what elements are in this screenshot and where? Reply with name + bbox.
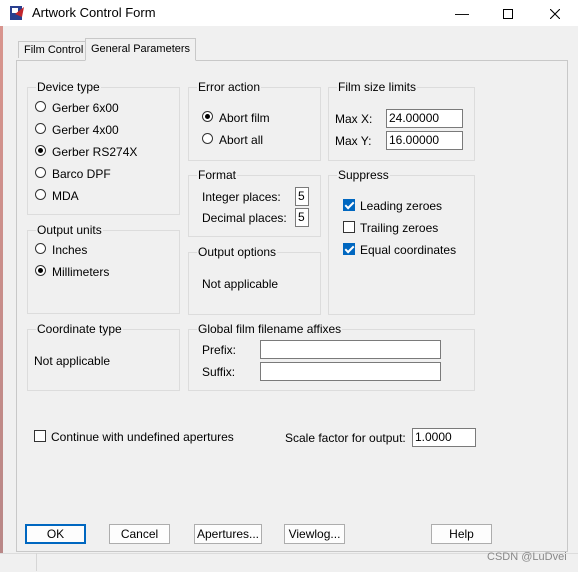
tab-strip: Film Control General Parameters	[0, 26, 578, 62]
radio-label: Inches	[52, 243, 88, 257]
checkbox-label: Trailing zeroes	[360, 221, 439, 235]
cancel-button[interactable]: Cancel	[109, 524, 170, 544]
minimize-icon: —	[455, 5, 469, 21]
close-button[interactable]	[532, 0, 578, 26]
suppress-group: Suppress Leading zeroes Trailing zeroes …	[328, 168, 475, 315]
output-units-group: Output units Inches Millimeters	[27, 223, 180, 314]
radio-button[interactable]	[35, 167, 46, 178]
radio-label: Abort all	[219, 133, 264, 147]
max-y-field[interactable]: 16.00000	[386, 131, 463, 150]
minimize-button[interactable]: —	[439, 0, 485, 26]
scale-factor-label: Scale factor for output:	[285, 431, 406, 445]
suppress-title: Suppress	[337, 168, 390, 182]
coordinate-type-title: Coordinate type	[36, 322, 123, 336]
decimal-places-field[interactable]: 5	[295, 208, 309, 227]
viewlog-button[interactable]: Viewlog...	[284, 524, 345, 544]
apertures-button[interactable]: Apertures...	[194, 524, 262, 544]
affixes-title: Global film filename affixes	[197, 322, 343, 336]
checkbox-checked[interactable]	[343, 243, 355, 255]
help-button[interactable]: Help	[431, 524, 492, 544]
radio-label: MDA	[52, 189, 79, 203]
checkbox-unchecked[interactable]	[34, 430, 46, 442]
radio-button[interactable]	[202, 133, 213, 144]
format-title: Format	[197, 168, 238, 182]
app-icon	[9, 5, 25, 21]
error-action-title: Error action	[197, 80, 262, 94]
integer-places-label: Integer places:	[202, 190, 281, 204]
output-options-group: Output options Not applicable	[188, 245, 321, 315]
output-units-title: Output units	[36, 223, 103, 237]
device-type-title: Device type	[36, 80, 101, 94]
coordinate-type-group: Coordinate type Not applicable	[27, 322, 180, 391]
checkbox-label: Equal coordinates	[360, 243, 457, 257]
checkbox-unchecked[interactable]	[343, 221, 355, 233]
maximize-icon	[503, 9, 513, 20]
scale-factor-field[interactable]: 1.0000	[412, 428, 476, 447]
ok-button[interactable]: OK	[25, 524, 86, 544]
radio-button-selected[interactable]	[35, 145, 46, 156]
radio-button[interactable]	[35, 123, 46, 134]
status-separator	[36, 553, 37, 571]
radio-label: Gerber RS274X	[52, 145, 138, 159]
radio-button-selected[interactable]	[202, 111, 213, 122]
film-size-limits-group: Film size limits Max X: 24.00000 Max Y: …	[328, 80, 475, 161]
prefix-label: Prefix:	[202, 343, 237, 357]
radio-button[interactable]	[35, 101, 46, 112]
checkbox-checked[interactable]	[343, 199, 355, 211]
radio-label: Barco DPF	[52, 167, 111, 181]
watermark: CSDN @LuDvei	[487, 551, 567, 563]
max-x-field[interactable]: 24.00000	[386, 109, 463, 128]
suffix-field[interactable]	[260, 362, 441, 381]
prefix-field[interactable]	[260, 340, 441, 359]
title-bar: Artwork Control Form —	[0, 0, 578, 26]
radio-label: Gerber 6x00	[52, 101, 119, 115]
background-window-edge	[0, 26, 3, 571]
checkbox-label: Leading zeroes	[360, 199, 443, 213]
integer-places-field[interactable]: 5	[295, 187, 309, 206]
output-options-text: Not applicable	[202, 277, 279, 291]
checkbox-label: Continue with undefined apertures	[51, 430, 234, 444]
coordinate-type-text: Not applicable	[34, 354, 111, 368]
close-icon	[549, 8, 561, 20]
window-title: Artwork Control Form	[32, 5, 156, 20]
decimal-places-label: Decimal places:	[202, 211, 287, 225]
radio-label: Abort film	[219, 111, 270, 125]
max-y-label: Max Y:	[335, 134, 372, 148]
output-options-title: Output options	[197, 245, 278, 259]
radio-label: Millimeters	[52, 265, 110, 279]
film-size-limits-title: Film size limits	[337, 80, 417, 94]
affixes-group: Global film filename affixes Prefix: Suf…	[188, 322, 475, 391]
format-group: Format Integer places: 5 Decimal places:…	[188, 168, 321, 237]
error-action-group: Error action Abort film Abort all	[188, 80, 321, 161]
radio-label: Gerber 4x00	[52, 123, 119, 137]
max-x-label: Max X:	[335, 112, 373, 126]
radio-button-selected[interactable]	[35, 265, 46, 276]
device-type-group: Device type Gerber 6x00 Gerber 4x00 Gerb…	[27, 80, 180, 215]
suffix-label: Suffix:	[202, 365, 236, 379]
maximize-button[interactable]	[485, 0, 531, 26]
radio-button[interactable]	[35, 243, 46, 254]
general-parameters-panel: Device type Gerber 6x00 Gerber 4x00 Gerb…	[16, 60, 568, 552]
tab-general-parameters[interactable]: General Parameters	[85, 38, 197, 61]
radio-button[interactable]	[35, 189, 46, 200]
tab-film-control[interactable]: Film Control	[18, 41, 90, 58]
